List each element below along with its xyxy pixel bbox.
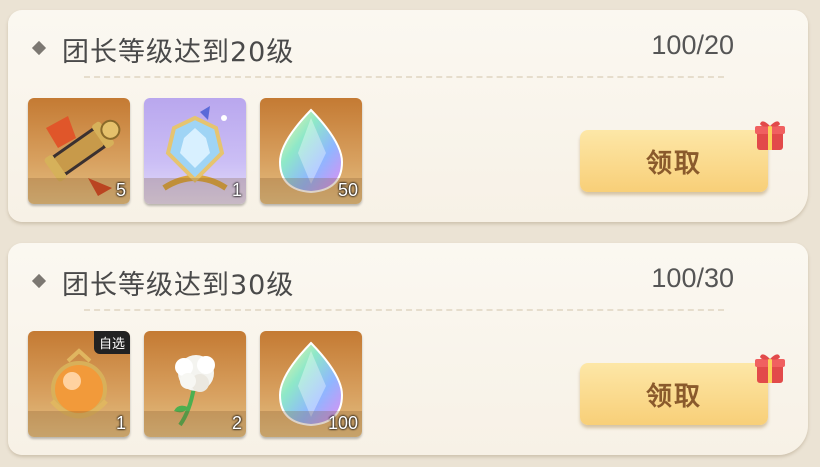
reward-count: 2 [231,413,242,433]
task-card: 团长等级达到30级 100/30 自选 1 2 100 领取 [8,243,808,455]
task-title: 团长等级达到20级 [62,37,295,68]
divider [84,76,724,78]
reward-item[interactable]: 50 [260,98,362,204]
gift-icon [755,354,785,383]
reward-list: 5 1 50 [28,98,376,204]
selectable-tag: 自选 [93,331,130,354]
bullet-icon [31,273,47,289]
gift-icon [755,121,785,150]
divider [84,309,724,311]
reward-count: 1 [115,413,126,433]
reward-item[interactable]: 100 [260,331,362,437]
reward-count: 100 [327,413,358,433]
bullet-icon [31,40,47,56]
task-progress: 100/30 [651,263,734,293]
reward-item[interactable]: 2 [144,331,246,437]
reward-item[interactable]: 1 [144,98,246,204]
reward-count: 1 [231,180,242,200]
claim-label: 领取 [645,148,702,179]
task-progress: 100/20 [651,30,734,60]
reward-list: 自选 1 2 100 [28,331,376,437]
claim-label: 领取 [645,381,702,412]
task-card: 团长等级达到20级 100/20 5 1 50 领取 [8,10,808,222]
reward-count: 50 [337,180,358,200]
reward-count: 5 [115,180,126,200]
claim-button[interactable]: 领取 [580,130,768,192]
task-title: 团长等级达到30级 [62,270,295,301]
claim-button[interactable]: 领取 [580,363,768,425]
reward-item[interactable]: 5 [28,98,130,204]
reward-item[interactable]: 自选 1 [28,331,130,437]
